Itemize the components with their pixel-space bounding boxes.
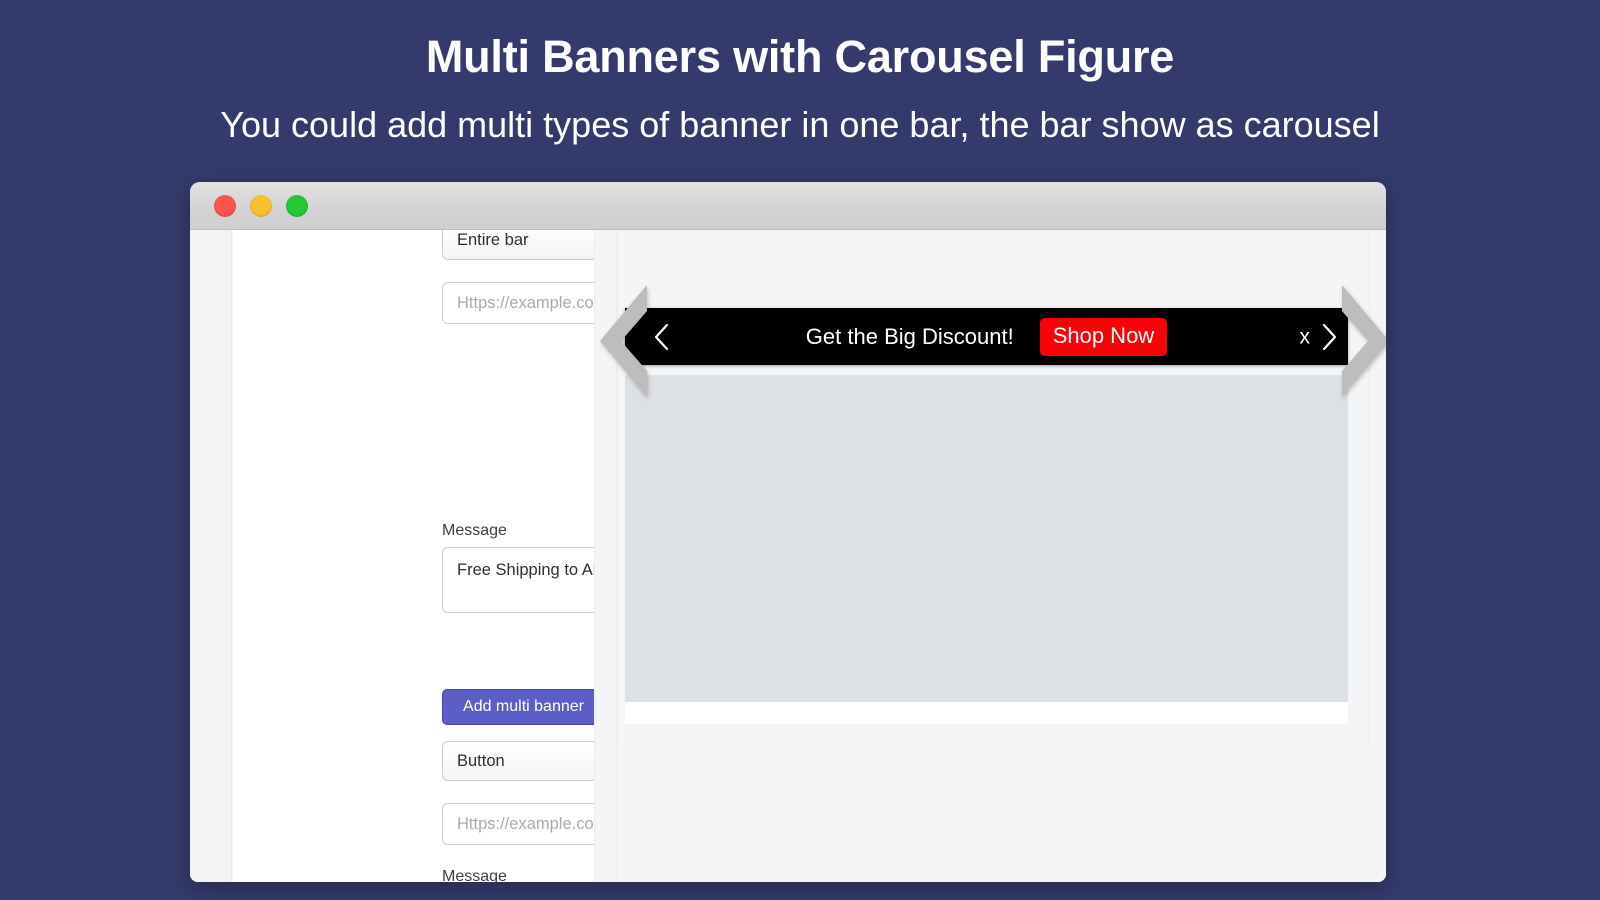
preview-card: Get the Big Discount! Shop Now x: [600, 231, 1386, 749]
message-label-2: Message: [442, 868, 507, 882]
chevron-left-icon[interactable]: [653, 322, 671, 352]
carousel-next-arrow-icon[interactable]: [1342, 285, 1386, 397]
window-titlebar: [190, 182, 1386, 230]
banner-type-select-1[interactable]: Entire bar: [442, 230, 594, 260]
browser-window: Entire bar Https://example.com Message F…: [190, 182, 1386, 882]
banner-content: Get the Big Discount! Shop Now: [625, 317, 1348, 356]
page-root: Multi Banners with Carousel Figure You c…: [0, 0, 1600, 900]
page-subtitle: You could add multi types of banner in o…: [220, 104, 1380, 145]
maximize-window-button[interactable]: [286, 195, 308, 217]
message-textarea-1[interactable]: Free Shipping to All Countries: [442, 547, 594, 613]
preview-top-spacer: [625, 239, 1348, 306]
carousel-prev-arrow-icon[interactable]: [600, 285, 647, 397]
close-window-button[interactable]: [214, 195, 236, 217]
preview-banner-bar: Get the Big Discount! Shop Now x: [625, 308, 1348, 365]
page-title: Multi Banners with Carousel Figure: [425, 31, 1175, 82]
minimize-window-button[interactable]: [250, 195, 272, 217]
preview-page-body: [625, 375, 1348, 702]
preview-inner: Get the Big Discount! Shop Now x: [600, 235, 1386, 749]
banner-cta-button[interactable]: Shop Now: [1039, 317, 1168, 356]
preview-page-footer: [625, 702, 1348, 724]
banner-close-button[interactable]: x: [1300, 326, 1311, 347]
window-body: Entire bar Https://example.com Message F…: [190, 230, 1386, 882]
add-multi-banner-button[interactable]: Add multi banner: [442, 689, 605, 725]
banner-url-input-1[interactable]: Https://example.com: [442, 282, 594, 324]
window-traffic-lights: [214, 195, 308, 217]
left-gutter: [190, 230, 232, 882]
preview-pane: Get the Big Discount! Shop Now x: [600, 230, 1386, 882]
message-label-1: Message: [442, 522, 507, 539]
banner-message: Get the Big Discount!: [805, 323, 1014, 349]
banner-url-input-2[interactable]: Https://example.com: [442, 803, 594, 845]
banner-type-select-2[interactable]: Button: [442, 741, 594, 781]
chevron-right-icon[interactable]: [1320, 322, 1338, 352]
banner-settings-panel: Entire bar Https://example.com Message F…: [233, 230, 594, 882]
